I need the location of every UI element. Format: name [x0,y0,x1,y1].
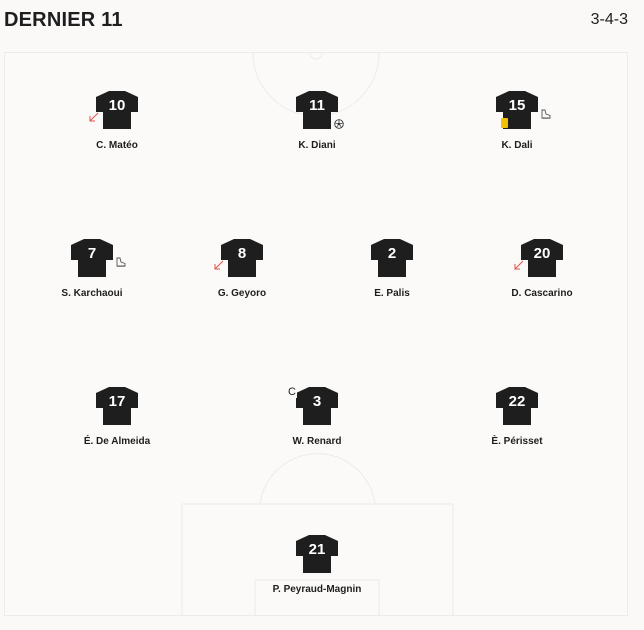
player-name: P. Peyraud-Magnin [272,584,362,595]
assist-boot-icon [541,109,551,119]
jersey-icon: 10 [95,90,139,130]
player-card[interactable]: 8 G. Geyoro [177,238,307,314]
jersey-icon: 17 [95,386,139,426]
player-card[interactable]: 17 É. De Almeida [52,386,182,462]
goal-ball-icon [334,119,344,129]
jersey-icon: 20 [520,238,564,278]
player-name: K. Dali [501,140,533,151]
substitution-out-icon [214,260,224,270]
player-name: D. Cascarino [511,288,573,299]
player-card[interactable]: 10 C. Matéo [52,90,182,166]
jersey-number: 3 [312,393,322,410]
player-card[interactable]: 7 S. Karchaoui [27,238,157,314]
player-name: C. Matéo [96,140,138,151]
player-card[interactable]: 11 K. Diani [252,90,382,166]
player-name: É. De Almeida [83,436,151,447]
jersey-icon: 21 [295,534,339,574]
jersey-number: 10 [108,97,126,114]
player-name: S. Karchaoui [61,288,123,299]
player-card[interactable]: 2 E. Palis [327,238,457,314]
player-name: È. Périsset [491,436,543,447]
captain-badge: C [287,386,297,398]
substitution-out-icon [89,112,99,122]
jersey-number: 15 [508,97,526,114]
player-name: E. Palis [374,288,410,299]
player-name: G. Geyoro [217,288,267,299]
jersey-number: 20 [533,245,551,262]
jersey-icon: 11 [295,90,339,130]
player-card[interactable]: 22 È. Périsset [452,386,582,462]
jersey-number: 8 [237,245,247,262]
jersey-number: 17 [108,393,126,410]
pitch: 10 C. Matéo 11 K. Diani 15 K. Dali 7 S. … [4,52,628,616]
jersey-number: 21 [308,541,326,558]
lineup-header: DERNIER 11 3-4-3 [0,0,644,44]
player-name: W. Renard [292,436,342,447]
player-name: K. Diani [298,140,336,151]
player-card-goalkeeper[interactable]: 21 P. Peyraud-Magnin [252,534,382,610]
jersey-icon: 22 [495,386,539,426]
section-title: DERNIER 11 [4,9,123,31]
jersey-number: 22 [508,393,526,410]
jersey-number: 7 [87,245,97,262]
player-card[interactable]: 15 K. Dali [452,90,582,166]
yellow-card-icon [501,118,508,128]
assist-boot-icon [116,257,126,267]
jersey-number: 2 [387,245,397,262]
formation-label: 3-4-3 [590,11,628,28]
jersey-number: 11 [309,97,325,114]
jersey-icon: 2 [370,238,414,278]
player-card[interactable]: 3 C W. Renard [252,386,382,462]
player-card[interactable]: 20 D. Cascarino [477,238,607,314]
jersey-icon: 7 [70,238,114,278]
jersey-icon: 8 [220,238,264,278]
substitution-out-icon [514,260,524,270]
jersey-icon: 3 [295,386,339,426]
